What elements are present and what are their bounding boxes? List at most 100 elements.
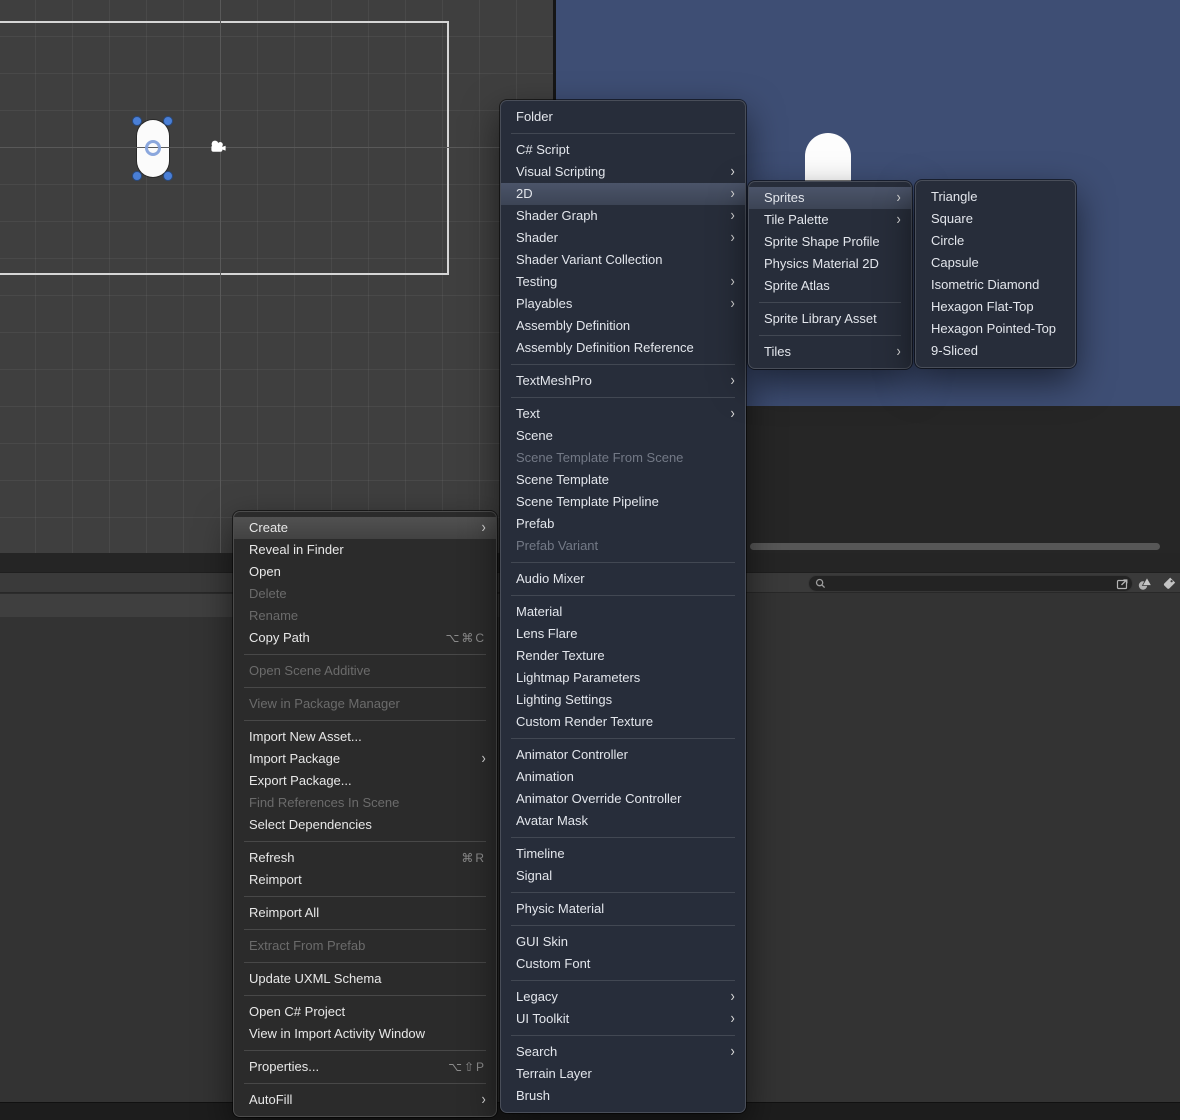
menu-item-create[interactable]: Create ›: [234, 517, 496, 539]
menu-item-label: GUI Skin: [516, 934, 569, 949]
menu-item-label: Sprite Library Asset: [764, 311, 877, 326]
menu-item-label: Material: [516, 604, 563, 619]
menu-item-search[interactable]: Search ›: [501, 1041, 745, 1063]
selection-handle-bottom-right[interactable]: [163, 171, 173, 181]
menu-item-render-texture[interactable]: Render Texture: [501, 645, 745, 667]
menu-item-label: Timeline: [516, 846, 565, 861]
menu-item-sprite-library-asset[interactable]: Sprite Library Asset: [749, 308, 911, 330]
menu-item-square[interactable]: Square: [916, 208, 1075, 230]
open-in-window-icon[interactable]: [1116, 578, 1129, 590]
sprite-pivot-ring[interactable]: [145, 140, 161, 156]
menu-item-label: TextMeshPro: [516, 373, 592, 388]
menu-item-label: Audio Mixer: [516, 571, 585, 586]
menu-item-extract-from-prefab: Extract From Prefab: [234, 935, 496, 957]
menu-item-testing[interactable]: Testing ›: [501, 271, 745, 293]
menu-item-timeline[interactable]: Timeline: [501, 843, 745, 865]
menu-separator: [511, 925, 735, 926]
menu-item-lighting-settings[interactable]: Lighting Settings: [501, 689, 745, 711]
menu-item-hexagon-flat-top[interactable]: Hexagon Flat-Top: [916, 296, 1075, 318]
menu-item-physics-material-2d[interactable]: Physics Material 2D: [749, 253, 911, 275]
menu-item-c-script[interactable]: C# Script: [501, 139, 745, 161]
menu-item-playables[interactable]: Playables ›: [501, 293, 745, 315]
menu-item-circle[interactable]: Circle: [916, 230, 1075, 252]
2d-submenu: Sprites › Tile Palette › Sprite Shape Profil…: [748, 181, 912, 369]
menu-item-shader-graph[interactable]: Shader Graph ›: [501, 205, 745, 227]
menu-item-refresh[interactable]: Refresh ⌘R: [234, 847, 496, 869]
project-search-input[interactable]: [826, 577, 1116, 590]
menu-item-custom-font[interactable]: Custom Font: [501, 953, 745, 975]
menu-item-scene[interactable]: Scene: [501, 425, 745, 447]
menu-item-label: Create: [249, 520, 289, 535]
menu-item-assembly-definition[interactable]: Assembly Definition: [501, 315, 745, 337]
menu-item-triangle[interactable]: Triangle: [916, 186, 1075, 208]
menu-item-import-new-asset[interactable]: Import New Asset...: [234, 726, 496, 748]
scene-view[interactable]: [0, 0, 553, 553]
menu-item-scene-template[interactable]: Scene Template: [501, 469, 745, 491]
filter-by-label-icon[interactable]: [1160, 574, 1178, 592]
submenu-arrow-icon: ›: [730, 1010, 735, 1027]
menu-item-select-dependencies[interactable]: Select Dependencies: [234, 814, 496, 836]
menu-item-view-in-import-activity-window[interactable]: View in Import Activity Window: [234, 1023, 496, 1045]
menu-item-capsule[interactable]: Capsule: [916, 252, 1075, 274]
menu-item-export-package[interactable]: Export Package...: [234, 770, 496, 792]
menu-item-open[interactable]: Open: [234, 561, 496, 583]
menu-item-hexagon-pointed-top[interactable]: Hexagon Pointed-Top: [916, 318, 1075, 340]
menu-item-legacy[interactable]: Legacy ›: [501, 986, 745, 1008]
menu-item-sprite-shape-profile[interactable]: Sprite Shape Profile: [749, 231, 911, 253]
menu-item-9-sliced[interactable]: 9-Sliced: [916, 340, 1075, 362]
menu-item-visual-scripting[interactable]: Visual Scripting ›: [501, 161, 745, 183]
menu-item-open-c-project[interactable]: Open C# Project: [234, 1001, 496, 1023]
menu-item-label: Reveal in Finder: [249, 542, 344, 557]
menu-item-animator-override-controller[interactable]: Animator Override Controller: [501, 788, 745, 810]
menu-item-text[interactable]: Text ›: [501, 403, 745, 425]
menu-item-label: Refresh: [249, 850, 295, 865]
menu-item-update-uxml-schema[interactable]: Update UXML Schema: [234, 968, 496, 990]
project-search-field[interactable]: [808, 575, 1133, 592]
menu-item-scene-template-pipeline[interactable]: Scene Template Pipeline: [501, 491, 745, 513]
menu-item-assembly-definition-reference[interactable]: Assembly Definition Reference: [501, 337, 745, 359]
menu-item-terrain-layer[interactable]: Terrain Layer: [501, 1063, 745, 1085]
menu-item-animation[interactable]: Animation: [501, 766, 745, 788]
menu-item-material[interactable]: Material: [501, 601, 745, 623]
selection-handle-bottom-left[interactable]: [132, 171, 142, 181]
menu-item-reveal-in-finder[interactable]: Reveal in Finder: [234, 539, 496, 561]
menu-item-shader[interactable]: Shader ›: [501, 227, 745, 249]
menu-item-custom-render-texture[interactable]: Custom Render Texture: [501, 711, 745, 733]
menu-item-prefab[interactable]: Prefab: [501, 513, 745, 535]
menu-item-shader-variant-collection[interactable]: Shader Variant Collection: [501, 249, 745, 271]
filter-by-type-icon[interactable]: [1136, 574, 1154, 592]
menu-item-copy-path[interactable]: Copy Path ⌥⌘C: [234, 627, 496, 649]
selection-handle-top-left[interactable]: [132, 116, 142, 126]
selection-handle-top-right[interactable]: [163, 116, 173, 126]
menu-separator: [244, 896, 486, 897]
menu-item-label: Hexagon Flat-Top: [931, 299, 1034, 314]
menu-item-tile-palette[interactable]: Tile Palette ›: [749, 209, 911, 231]
menu-item-label: Animator Controller: [516, 747, 628, 762]
menu-item-sprite-atlas[interactable]: Sprite Atlas: [749, 275, 911, 297]
menu-item-avatar-mask[interactable]: Avatar Mask: [501, 810, 745, 832]
menu-item-gui-skin[interactable]: GUI Skin: [501, 931, 745, 953]
menu-item-autofill[interactable]: AutoFill ›: [234, 1089, 496, 1111]
menu-item-2d[interactable]: 2D ›: [501, 183, 745, 205]
menu-item-reimport-all[interactable]: Reimport All: [234, 902, 496, 924]
menu-item-animator-controller[interactable]: Animator Controller: [501, 744, 745, 766]
menu-item-physic-material[interactable]: Physic Material: [501, 898, 745, 920]
menu-item-brush[interactable]: Brush: [501, 1085, 745, 1107]
menu-item-isometric-diamond[interactable]: Isometric Diamond: [916, 274, 1075, 296]
menu-item-folder[interactable]: Folder: [501, 106, 745, 128]
horizontal-scrollbar[interactable]: [750, 543, 1160, 550]
menu-item-sprites[interactable]: Sprites ›: [749, 187, 911, 209]
menu-item-lens-flare[interactable]: Lens Flare: [501, 623, 745, 645]
menu-item-import-package[interactable]: Import Package ›: [234, 748, 496, 770]
menu-item-audio-mixer[interactable]: Audio Mixer: [501, 568, 745, 590]
menu-item-label: Import New Asset...: [249, 729, 362, 744]
menu-item-label: Delete: [249, 586, 287, 601]
menu-item-signal[interactable]: Signal: [501, 865, 745, 887]
menu-item-textmeshpro[interactable]: TextMeshPro ›: [501, 370, 745, 392]
menu-item-tiles[interactable]: Tiles ›: [749, 341, 911, 363]
menu-item-lightmap-parameters[interactable]: Lightmap Parameters: [501, 667, 745, 689]
camera-gizmo-icon[interactable]: [208, 139, 228, 160]
menu-item-reimport[interactable]: Reimport: [234, 869, 496, 891]
menu-item-properties[interactable]: Properties... ⌥⇧P: [234, 1056, 496, 1078]
menu-item-ui-toolkit[interactable]: UI Toolkit ›: [501, 1008, 745, 1030]
